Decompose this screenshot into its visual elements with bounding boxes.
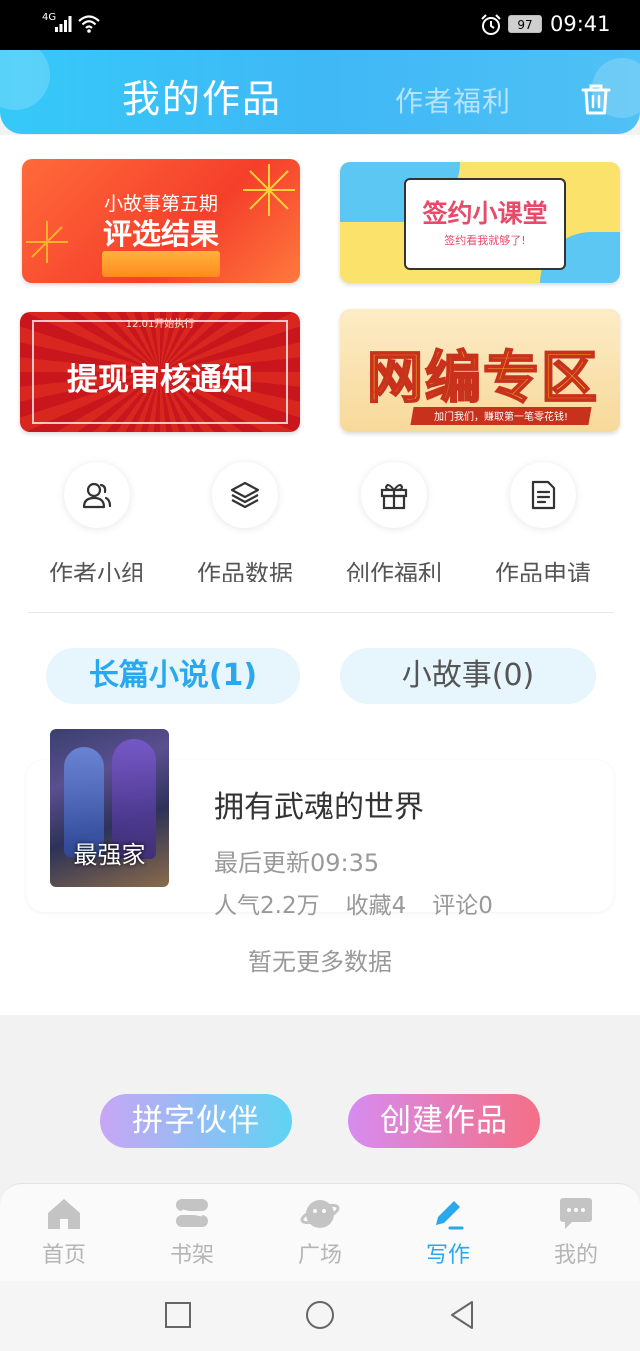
- trash-icon[interactable]: [580, 82, 612, 116]
- quick-author-group[interactable]: [64, 462, 130, 528]
- quick-work-data[interactable]: [212, 462, 278, 528]
- wifi-icon: [78, 15, 100, 33]
- app-header: 我的作品 作者福利: [0, 50, 640, 134]
- banner-title: 签约小课堂: [422, 199, 548, 228]
- quick-label: 创作福利: [346, 560, 442, 582]
- banner-small-text: 加门我们，赚取第一笔零花钱!: [433, 412, 568, 423]
- users-icon: [82, 482, 112, 509]
- back-icon[interactable]: [448, 1300, 476, 1330]
- nav-label: 首页: [41, 1243, 86, 1268]
- nav-label: 写作: [425, 1243, 470, 1268]
- book-favorites: 收藏4: [345, 893, 407, 919]
- book-title: 拥有武魂的世界: [214, 790, 424, 825]
- book-stats: 人气2.2万 收藏4 评论0: [214, 886, 519, 920]
- quick-label: 作者小组: [49, 560, 145, 582]
- tab-short-story[interactable]: 小故事(0): [340, 648, 596, 704]
- banner-signing-class[interactable]: 签约小课堂 签约看我就够了!: [340, 162, 620, 283]
- system-nav-bar: [0, 1281, 640, 1351]
- planet-icon: [300, 1200, 340, 1228]
- bookshelf-icon: [176, 1199, 208, 1227]
- home-icon: [48, 1199, 80, 1229]
- tab-my-works[interactable]: 我的作品: [122, 68, 282, 123]
- banner-story-results[interactable]: 小故事第五期 评选结果: [22, 159, 300, 283]
- quick-label: 作品申请: [495, 560, 591, 582]
- quick-label: 作品数据: [197, 560, 293, 582]
- gift-icon: [380, 484, 408, 510]
- clock: 09:41: [550, 12, 611, 36]
- create-work-button[interactable]: 创建作品: [348, 1094, 540, 1148]
- book-cover[interactable]: 最强家: [50, 729, 169, 887]
- no-more-data: 暂无更多数据: [248, 948, 392, 976]
- quick-creation-benefits[interactable]: [361, 462, 427, 528]
- book-comments: 评论0: [432, 893, 493, 919]
- alarm-icon: [481, 14, 501, 35]
- home-button-icon[interactable]: [304, 1299, 336, 1331]
- quick-work-application[interactable]: [510, 462, 576, 528]
- cover-title: 最强家: [73, 841, 146, 869]
- banner-editor-zone[interactable]: 网编专区 加门我们，赚取第一笔零花钱!: [340, 309, 620, 432]
- nav-mine[interactable]: 我的: [512, 1195, 640, 1269]
- banner-subtitle: 签约看我就够了!: [444, 234, 526, 247]
- nav-write[interactable]: 写作: [384, 1195, 512, 1269]
- nav-label: 广场: [297, 1243, 342, 1268]
- nav-home[interactable]: 首页: [0, 1195, 128, 1269]
- pen-icon: [436, 1201, 464, 1230]
- document-icon: [531, 480, 556, 510]
- stage-decoration: [102, 251, 220, 277]
- nav-bookshelf[interactable]: 书架: [128, 1195, 256, 1269]
- book-last-updated: 最后更新09:35: [214, 849, 380, 877]
- nav-label: 书架: [169, 1243, 214, 1268]
- layers-icon: [230, 481, 260, 509]
- tab-long-novel[interactable]: 长篇小说(1): [46, 648, 300, 704]
- banner-small-text: 12.01开始执行: [125, 319, 195, 330]
- header-decoration: [0, 50, 50, 110]
- banner-title: 提现审核通知: [67, 362, 253, 398]
- banner-withdraw-notice[interactable]: 12.01开始执行 提现审核通知: [20, 312, 300, 432]
- signal-icon: [55, 16, 72, 32]
- partner-button[interactable]: 拼字伙伴: [100, 1094, 292, 1148]
- divider: [28, 612, 614, 613]
- book-popularity: 人气2.2万: [214, 893, 320, 919]
- nav-label: 我的: [553, 1243, 598, 1268]
- nav-square[interactable]: 广场: [256, 1195, 384, 1269]
- banner-text-line2: 评选结果: [102, 217, 219, 251]
- status-bar: 4G 97 09:41: [0, 0, 640, 50]
- chat-icon: [560, 1198, 592, 1229]
- tab-author-benefits[interactable]: 作者福利: [395, 80, 511, 120]
- battery-level: 97: [508, 15, 542, 33]
- recent-apps-icon[interactable]: [164, 1301, 192, 1329]
- banner-title: 网编专区: [366, 345, 599, 412]
